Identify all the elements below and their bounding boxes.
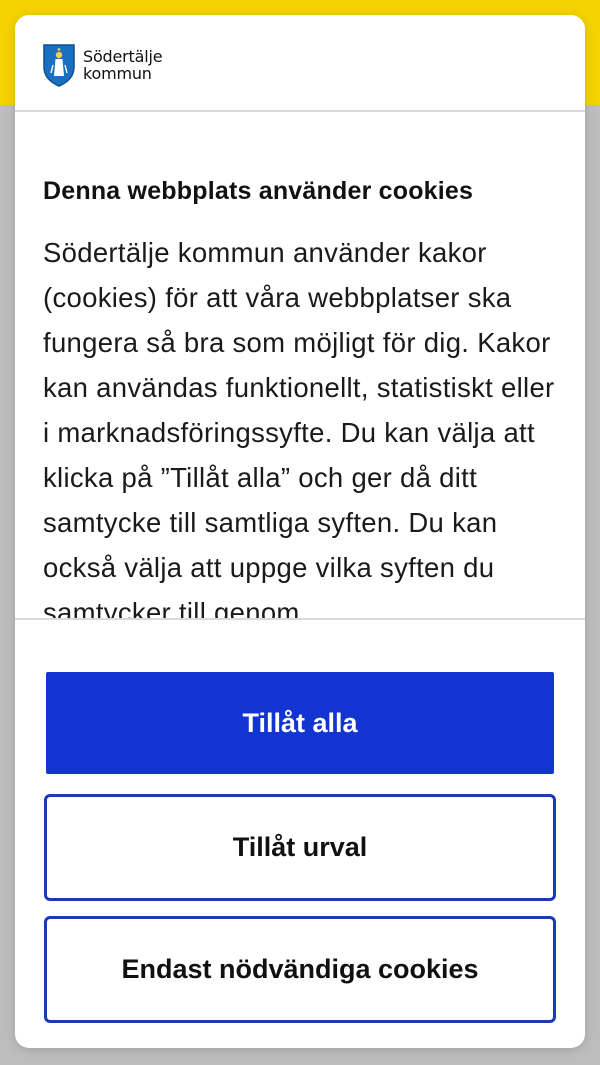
necessary-only-button[interactable]: Endast nödvändiga cookies — [44, 916, 556, 1023]
logo-name-line1: Södertälje — [83, 47, 163, 66]
dialog-header: Södertälje kommun — [15, 15, 585, 112]
logo-name-line2: kommun — [83, 64, 152, 83]
shield-icon — [43, 44, 75, 87]
cookie-consent-dialog: Södertälje kommun Denna webbplats använd… — [15, 15, 585, 1048]
dialog-actions: Tillåt alla Tillåt urval Endast nödvändi… — [15, 618, 585, 1048]
dialog-body[interactable]: Denna webbplats använder cookies Södertä… — [15, 112, 585, 618]
allow-all-button[interactable]: Tillåt alla — [46, 672, 554, 774]
dialog-description: Södertälje kommun använder kakor (cookie… — [43, 237, 555, 618]
sodertalje-logo: Södertälje kommun — [42, 43, 163, 87]
logo-wordmark: Södertälje kommun — [83, 47, 163, 83]
dialog-title: Denna webbplats använder cookies — [43, 177, 474, 205]
allow-selection-button[interactable]: Tillåt urval — [44, 794, 556, 901]
